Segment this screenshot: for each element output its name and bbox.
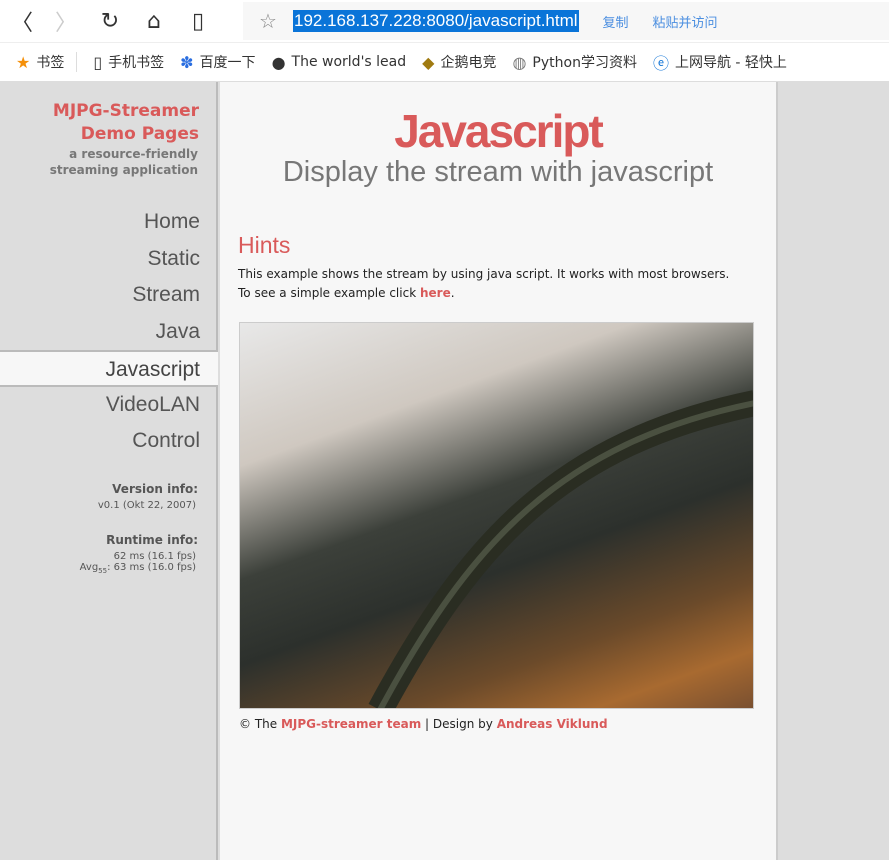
bookmark-item[interactable]: ▯ 手机书签 [93, 52, 164, 72]
sidebar-item-home[interactable]: Home [0, 204, 216, 241]
logo-title: MJPG-Streamer Demo Pages [52, 101, 199, 144]
baidu-paw-icon: ✽ [180, 52, 194, 72]
bookmark-label: 书签 [36, 55, 65, 71]
page-subtitle: Display the stream with javascript [282, 156, 714, 188]
url-text[interactable]: 192.168.137.228:8080/javascript.html [293, 10, 579, 32]
address-bar[interactable]: ☆ 192.168.137.228:8080/javascript.html 复… [243, 2, 889, 40]
reload-button[interactable]: ↻ [88, 9, 132, 34]
sidebar-item-videolan[interactable]: VideoLAN [0, 387, 216, 424]
game-icon: ◆ [422, 52, 435, 72]
avg-count: 55 [98, 566, 108, 575]
bookmarks-bar: ★ 书签 ▯ 手机书签 ✽ 百度一下 ● The world's lead ◆ 企鹅电竞 … [0, 42, 889, 82]
text: . [450, 286, 455, 300]
star-icon[interactable]: ☆ [243, 9, 293, 33]
runtime-avg: Avg55: 63 ms (16.0 fps) [0, 562, 216, 577]
bookmark-label: 上网导航 - 轻快上 [674, 55, 787, 71]
runtime-heading: Runtime info: [106, 532, 198, 547]
designer-link[interactable]: Andreas Viklund [497, 717, 608, 731]
sidebar-item-static[interactable]: Static [0, 241, 216, 278]
avg-value: : 63 ms (16.0 fps) [107, 561, 196, 573]
bookmark-item[interactable]: ● The world's lead [272, 53, 407, 72]
bookmark-label: Python学习资料 [532, 55, 637, 71]
ie-icon: ⓔ [652, 54, 669, 73]
cable-shape [368, 390, 753, 708]
bookmark-label: The world's lead [291, 54, 407, 70]
hints-heading: Hints [238, 232, 291, 258]
bookmark-item[interactable]: ◆ 企鹅电竞 [422, 52, 496, 72]
home-button[interactable]: ⌂ [132, 9, 176, 34]
main-content: Javascript Display the stream with javas… [220, 82, 776, 860]
bookmark-label: 手机书签 [108, 55, 165, 71]
divider [76, 52, 78, 72]
copy-button[interactable]: 复制 [603, 12, 629, 31]
sidebar-item-javascript[interactable]: Javascript [0, 350, 218, 387]
reader-button[interactable]: ▯ [176, 9, 220, 34]
globe-icon: ◍ [512, 52, 527, 72]
text: © The [239, 717, 281, 731]
star-icon: ★ [16, 52, 31, 72]
bookmark-item[interactable]: ✽ 百度一下 [180, 52, 255, 72]
team-link[interactable]: MJPG-streamer team [281, 717, 421, 731]
forward-button[interactable]: 〉 [44, 5, 88, 37]
sidebar: MJPG-Streamer Demo Pages a resource-frie… [0, 82, 218, 860]
right-margin [776, 82, 889, 860]
bookmark-item[interactable]: ★ 书签 [16, 52, 64, 72]
runtime-value: 62 ms (16.1 fps) [113, 550, 196, 562]
bookmark-label: 企鹅电竞 [440, 55, 497, 71]
browser-toolbar: 〈 〉 ↻ ⌂ ▯ ☆ 192.168.137.228:8080/javascr… [0, 0, 889, 42]
version-value: v0.1 (Okt 22, 2007) [97, 499, 196, 511]
here-link[interactable]: here [420, 286, 451, 300]
sidebar-item-stream[interactable]: Stream [0, 277, 216, 314]
version-heading: Version info: [112, 481, 198, 496]
sidebar-item-control[interactable]: Control [0, 423, 216, 460]
page-title: Javascript [394, 105, 604, 157]
footer: © The MJPG-streamer team | Design by And… [239, 717, 608, 731]
back-button[interactable]: 〈 [0, 5, 44, 37]
hint-text: This example shows the stream by using j… [238, 267, 730, 281]
text: To see a simple example click [238, 286, 420, 300]
bookmark-item[interactable]: ◍ Python学习资料 [512, 52, 637, 72]
github-icon: ● [271, 52, 286, 72]
bookmark-label: 百度一下 [199, 55, 256, 71]
hint-text-2: To see a simple example click here. [238, 284, 776, 303]
text: | Design by [421, 717, 497, 731]
stream-image [239, 322, 754, 709]
sidebar-item-java[interactable]: Java [0, 314, 216, 351]
bookmark-item[interactable]: ⓔ 上网导航 - 轻快上 [653, 50, 787, 74]
paste-go-button[interactable]: 粘贴并访问 [653, 12, 718, 31]
avg-label: Avg [79, 561, 99, 573]
logo-subtitle: a resource-friendly streaming applicatio… [49, 147, 198, 177]
phone-icon: ▯ [93, 52, 103, 72]
